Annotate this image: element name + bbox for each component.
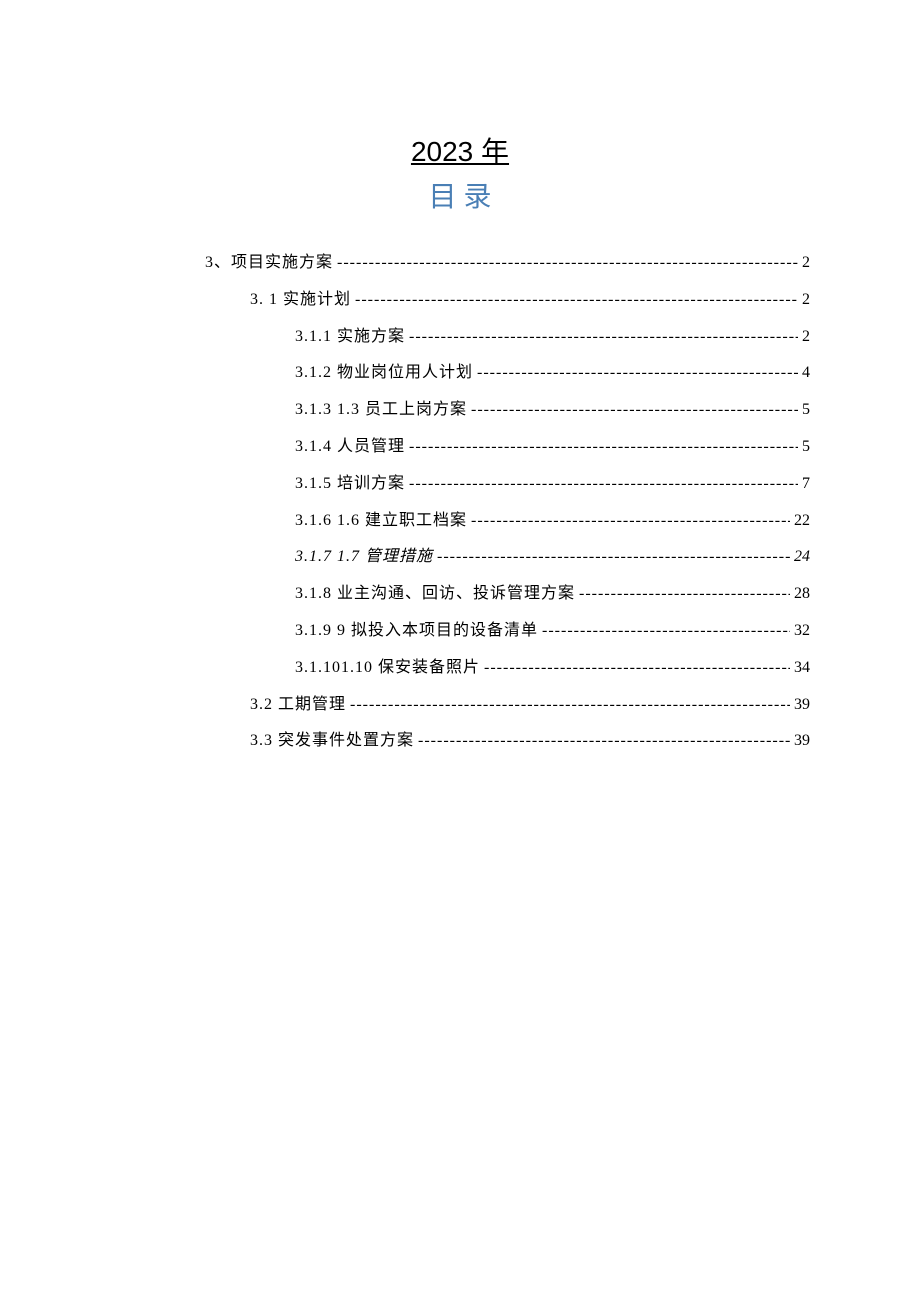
toc-entry: 3.2 工期管理 -------------------------------… [250,687,810,724]
toc-leader-dashes: ----------------------------------------… [350,687,790,724]
toc-entry: 3.1.5 培训方案 -----------------------------… [295,466,810,503]
toc-leader-dashes: ----------------------------------------… [542,613,790,650]
toc-leader-dashes: ----------------------------------------… [409,466,798,503]
toc-entry-label: 3.1.5 培训方案 [295,466,405,503]
toc-entry-label: 3.1.2 物业岗位用人计划 [295,355,473,392]
toc-leader-dashes: ----------------------------------------… [437,539,790,576]
toc-entry: 3、项目实施方案 -------------------------------… [205,245,810,282]
toc-entry-page: 24 [794,539,810,576]
toc-entry-page: 39 [794,687,810,724]
toc-entry-label: 3.1.7 1.7 管理措施 [295,539,433,576]
toc-entry-page: 32 [794,613,810,650]
toc-entry: 3.3 突发事件处置方案 ---------------------------… [250,723,810,760]
toc-entry-label: 3.1.4 人员管理 [295,429,405,466]
toc-entry: 3.1.101.10 保安装备照片 ----------------------… [295,650,810,687]
toc-leader-dashes: ----------------------------------------… [418,723,790,760]
toc-leader-dashes: ----------------------------------------… [337,245,798,282]
toc-entry-label: 3.1.101.10 保安装备照片 [295,650,480,687]
toc-title: 目 录 [110,175,810,215]
toc-entry-page: 2 [802,282,810,319]
toc-leader-dashes: ----------------------------------------… [484,650,790,687]
toc-leader-dashes: ----------------------------------------… [471,392,798,429]
document-header: 2023 年 目 录 [110,130,810,215]
toc-entry: 3.1.3 1.3 员工上岗方案 -----------------------… [295,392,810,429]
toc-entry-label: 3.1.1 实施方案 [295,319,405,356]
toc-entry-page: 22 [794,503,810,540]
toc-entry-label: 3. 1 实施计划 [250,282,351,319]
toc-entry-label: 3、项目实施方案 [205,245,333,282]
toc-leader-dashes: ----------------------------------------… [355,282,798,319]
toc-entry-label: 3.2 工期管理 [250,687,346,724]
toc-entry: 3.1.1 实施方案 -----------------------------… [295,319,810,356]
toc-entry-page: 5 [802,392,810,429]
toc-entry-page: 28 [794,576,810,613]
toc-entry-page: 5 [802,429,810,466]
toc-entry-page: 34 [794,650,810,687]
year-title: 2023 年 [110,130,810,170]
toc-entry-page: 39 [794,723,810,760]
toc-entry: 3.1.9 9 拟投入本项目的设备清单 --------------------… [295,613,810,650]
toc-entry-page: 7 [802,466,810,503]
toc-entry: 3.1.6 1.6 建立职工档案 -----------------------… [295,503,810,540]
toc-entry: 3.1.2 物业岗位用人计划 -------------------------… [295,355,810,392]
toc-entry: 3. 1 实施计划 ------------------------------… [250,282,810,319]
toc-entry-label: 3.3 突发事件处置方案 [250,723,414,760]
toc-entry-page: 2 [802,245,810,282]
toc-leader-dashes: ----------------------------------------… [477,355,798,392]
toc-entry: 3.1.7 1.7 管理措施 -------------------------… [295,539,810,576]
toc-entry: 3.1.4 人员管理 -----------------------------… [295,429,810,466]
toc-leader-dashes: ----------------------------------------… [409,429,798,466]
toc-entry-page: 2 [802,319,810,356]
toc-leader-dashes: ----------------------------------------… [579,576,790,613]
toc-leader-dashes: ----------------------------------------… [471,503,790,540]
toc-entry-label: 3.1.6 1.6 建立职工档案 [295,503,467,540]
table-of-contents: 3、项目实施方案 -------------------------------… [110,245,810,760]
toc-entry: 3.1.8 业主沟通、回访、投诉管理方案 -------------------… [295,576,810,613]
toc-entry-label: 3.1.8 业主沟通、回访、投诉管理方案 [295,576,575,613]
toc-entry-label: 3.1.9 9 拟投入本项目的设备清单 [295,613,538,650]
toc-leader-dashes: ----------------------------------------… [409,319,798,356]
toc-entry-label: 3.1.3 1.3 员工上岗方案 [295,392,467,429]
toc-entry-page: 4 [802,355,810,392]
